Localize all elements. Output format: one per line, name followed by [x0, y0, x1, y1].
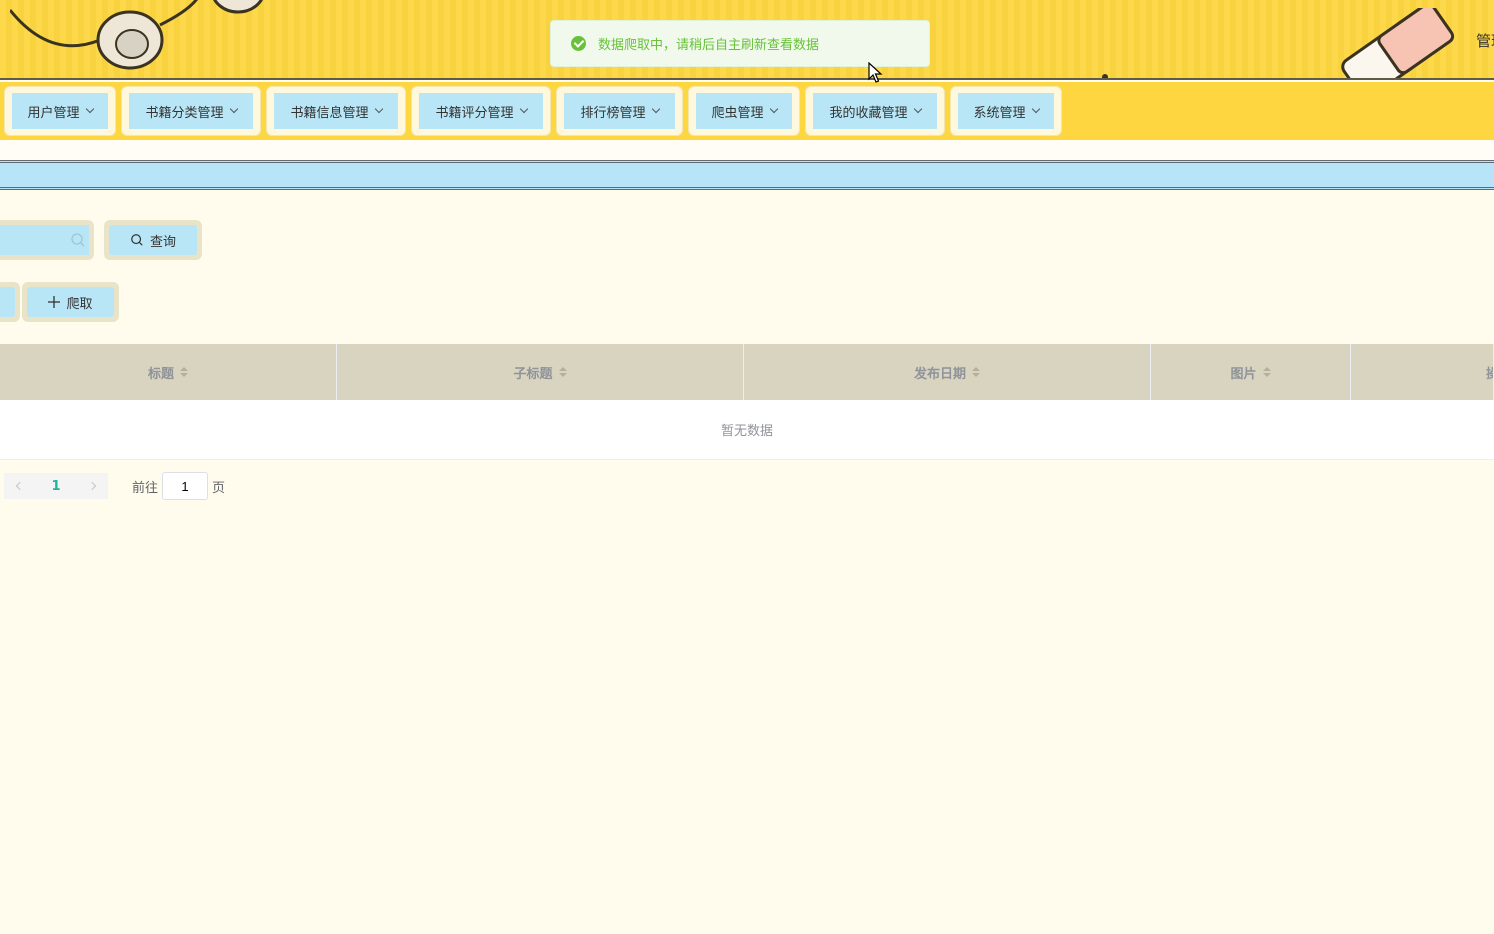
- column-header-publish-date[interactable]: 发布日期: [744, 344, 1151, 400]
- column-header-label: 标题: [147, 366, 174, 382]
- nav-item-crawler[interactable]: 爬虫管理: [688, 86, 800, 136]
- table-header: 标题 子标题 发布日期 图片 操: [0, 344, 1494, 400]
- chevron-down-icon: [1031, 104, 1040, 114]
- chevron-down-icon: [229, 104, 238, 114]
- nav-item-label: 书籍评分管理: [435, 105, 514, 121]
- crawl-button-label: 爬取: [66, 296, 93, 312]
- column-header-actions: 操: [1351, 344, 1494, 400]
- empty-text: 暂无数据: [720, 424, 773, 439]
- chevron-right-icon: [87, 481, 97, 491]
- chevron-down-icon: [769, 104, 778, 114]
- headphone-decoration-icon: [10, 0, 263, 70]
- column-header-image[interactable]: 图片: [1151, 344, 1351, 400]
- pagination: 1 前往 页: [0, 472, 225, 500]
- sort-icon[interactable]: [1262, 367, 1271, 377]
- search-icon: [131, 234, 143, 246]
- column-header-title[interactable]: 标题: [0, 344, 337, 400]
- data-table: 标题 子标题 发布日期 图片 操 暂无数据: [0, 344, 1494, 460]
- page-number-active[interactable]: 1: [36, 473, 76, 499]
- nav-item-users[interactable]: 用户管理: [4, 86, 116, 136]
- query-button-wrap: 查询: [104, 220, 202, 260]
- hidden-action-button[interactable]: [0, 287, 15, 317]
- nav-item-label: 书籍分类管理: [145, 105, 224, 121]
- nav-item-book-rating[interactable]: 书籍评分管理: [411, 86, 551, 136]
- nav-item-book-category[interactable]: 书籍分类管理: [121, 86, 261, 136]
- nav-item-label: 书籍信息管理: [290, 105, 369, 121]
- sort-icon[interactable]: [972, 367, 980, 377]
- mouse-cursor-icon: [868, 62, 883, 83]
- nav-item-label: 系统管理: [973, 105, 1026, 121]
- toast-message: 数据爬取中，请稍后自主刷新查看数据: [598, 38, 820, 53]
- hidden-action-button-wrap: [0, 282, 20, 322]
- nav-item-label: 用户管理: [27, 105, 80, 121]
- eraser-decoration-icon: [1341, 8, 1455, 78]
- nav-item-book-info[interactable]: 书籍信息管理: [266, 86, 406, 136]
- header-user-label[interactable]: 管理: [1476, 30, 1494, 51]
- chevron-down-icon: [913, 104, 922, 114]
- query-button[interactable]: 查询: [109, 225, 197, 255]
- chevron-down-icon: [651, 104, 660, 114]
- column-header-subtitle[interactable]: 子标题: [337, 344, 744, 400]
- search-icon: [71, 233, 85, 247]
- nav-item-label: 爬虫管理: [711, 105, 764, 121]
- nav-item-ranking[interactable]: 排行榜管理: [556, 86, 683, 136]
- chevron-down-icon: [85, 104, 94, 114]
- plus-icon: [48, 296, 61, 308]
- crawl-button-wrap: 爬取: [22, 282, 119, 322]
- column-header-label: 子标题: [513, 366, 553, 382]
- sort-icon[interactable]: [558, 367, 567, 377]
- next-page-button[interactable]: [76, 473, 108, 499]
- success-toast: 数据爬取中，请稍后自主刷新查看数据: [550, 20, 930, 67]
- nav-item-system[interactable]: 系统管理: [950, 86, 1062, 136]
- page-suffix-label: 页: [212, 480, 226, 496]
- chevron-down-icon: [374, 104, 383, 114]
- table-empty-row: 暂无数据: [0, 400, 1494, 460]
- decoration-dot: [1102, 74, 1108, 78]
- nav-item-favorites[interactable]: 我的收藏管理: [805, 86, 945, 136]
- nav-spacer: [0, 140, 1494, 160]
- prev-page-button[interactable]: [4, 473, 36, 499]
- column-header-label: 图片: [1230, 366, 1257, 382]
- main-nav: 用户管理 书籍分类管理 书籍信息管理 书籍评分管理 排行榜管理 爬虫管理 我的收…: [0, 82, 1494, 140]
- nav-item-label: 我的收藏管理: [829, 105, 908, 121]
- breadcrumb-bar: [0, 160, 1494, 190]
- query-button-label: 查询: [149, 234, 176, 250]
- success-check-icon: [571, 36, 586, 51]
- nav-item-label: 排行榜管理: [580, 105, 646, 121]
- column-header-label: 操: [1486, 363, 1493, 382]
- chevron-left-icon: [15, 481, 25, 491]
- sort-icon[interactable]: [180, 367, 188, 377]
- chevron-down-icon: [519, 104, 528, 114]
- column-header-label: 发布日期: [913, 366, 966, 382]
- goto-page-input[interactable]: [162, 472, 209, 500]
- goto-label: 前往: [132, 480, 159, 496]
- crawl-button[interactable]: 爬取: [27, 287, 114, 317]
